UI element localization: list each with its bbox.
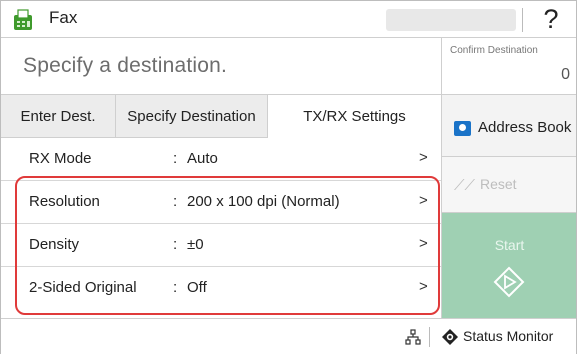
chevron-right-icon: > [419, 278, 428, 295]
login-user-box [386, 9, 516, 31]
fax-screen: Fax ? Specify a destination. Confirm Des… [0, 0, 577, 354]
title-bar: Fax ? [1, 1, 576, 38]
page-title: Fax [49, 8, 78, 27]
setting-row-resolution[interactable]: Resolution : 200 x 100 dpi (Normal) > [1, 181, 441, 224]
start-diamond-icon [493, 266, 525, 298]
setting-value: ±0 [187, 236, 204, 253]
address-book-label: Address Book [478, 119, 572, 136]
divider [429, 327, 430, 347]
destination-field[interactable]: Specify a destination. [1, 38, 441, 95]
setting-row-density[interactable]: Density : ±0 > [1, 224, 441, 267]
setting-label: Density [29, 236, 80, 253]
tab-tx-rx-settings[interactable]: TX/RX Settings [268, 95, 441, 139]
setting-value: Off [187, 279, 207, 296]
status-monitor-icon [442, 329, 458, 345]
address-book-button[interactable]: Address Book [441, 95, 576, 157]
setting-colon: : [173, 150, 178, 167]
start-label: Start [494, 237, 525, 253]
status-monitor-button[interactable]: Status Monitor [463, 328, 553, 344]
setting-value: 200 x 100 dpi (Normal) [187, 193, 340, 210]
tab-enter-dest[interactable]: Enter Dest. [1, 95, 116, 138]
setting-label: 2-Sided Original [29, 279, 137, 296]
confirm-destination-button[interactable]: Confirm Destination 0 [441, 38, 576, 95]
fax-icon [14, 9, 32, 30]
help-button[interactable]: ? [531, 3, 571, 36]
setting-value: Auto [187, 150, 218, 167]
address-book-icon [454, 121, 471, 136]
destination-placeholder: Specify a destination. [23, 54, 228, 77]
tab-bar: Enter Dest. Specify Destination TX/RX Se… [1, 95, 441, 139]
status-bar: Status Monitor [1, 318, 576, 354]
tx-rx-settings-list: RX Mode : Auto > Resolution : 200 x 100 … [1, 138, 441, 318]
chevron-right-icon: > [419, 235, 428, 252]
chevron-right-icon: > [419, 192, 428, 209]
start-button[interactable]: Start [441, 213, 576, 318]
tab-specify-destination[interactable]: Specify Destination [116, 95, 268, 138]
setting-row-2-sided-original[interactable]: 2-Sided Original : Off > [1, 267, 441, 310]
setting-colon: : [173, 236, 178, 253]
setting-label: Resolution [29, 193, 100, 210]
setting-colon: : [173, 193, 178, 210]
divider [522, 8, 523, 32]
reset-button[interactable]: ⟋⟋ Reset [441, 157, 576, 213]
setting-row-rx-mode[interactable]: RX Mode : Auto > [1, 138, 441, 181]
chevron-right-icon: > [419, 149, 428, 166]
setting-colon: : [173, 279, 178, 296]
destination-count: 0 [561, 66, 570, 83]
setting-label: RX Mode [29, 150, 92, 167]
reset-label: Reset [480, 176, 517, 192]
network-icon [405, 329, 421, 345]
confirm-destination-label: Confirm Destination [450, 45, 538, 56]
reset-icon: ⟋⟋ [454, 177, 476, 194]
